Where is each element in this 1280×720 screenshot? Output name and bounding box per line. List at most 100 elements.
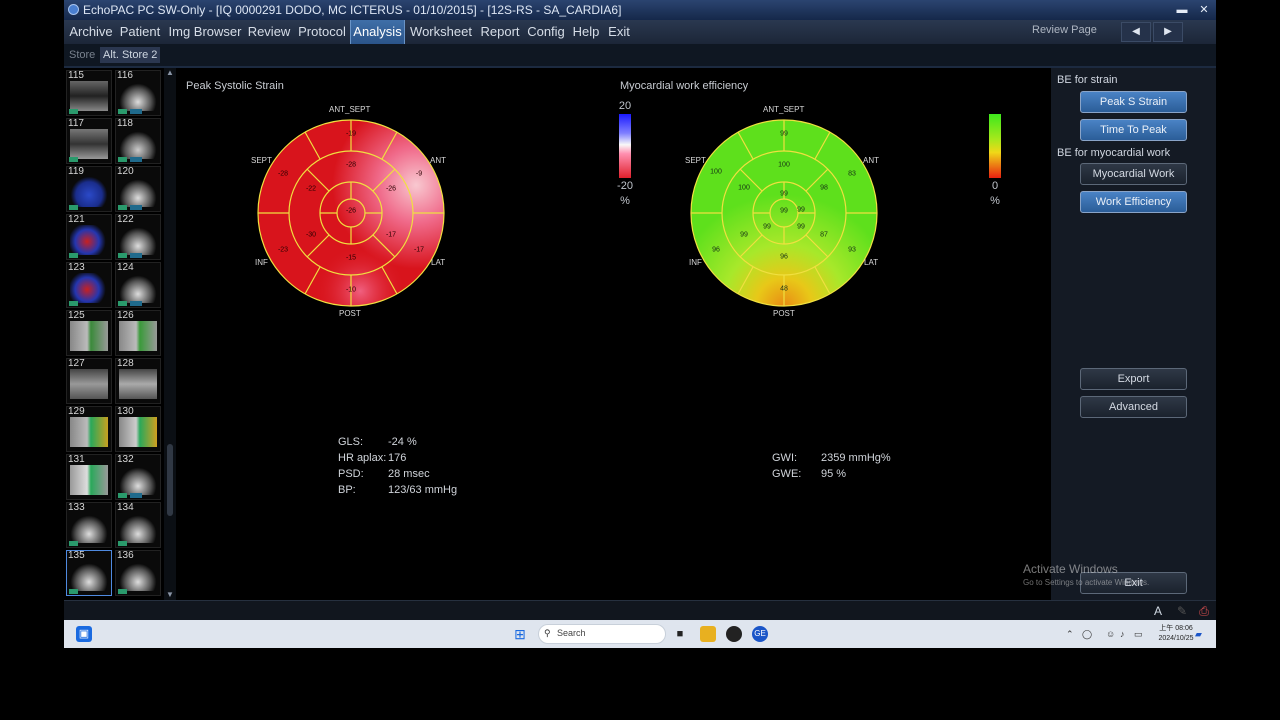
peak-s-strain-button[interactable]: Peak S Strain [1080,91,1187,113]
segment-value: 96 [780,253,788,261]
gwi-value: 2359 mmHg% [821,452,891,464]
bp-label: BP: [338,484,356,496]
thumbnail[interactable]: 133 [66,502,112,548]
thumbnail[interactable]: 128 [115,358,161,404]
segment-value: -30 [305,231,317,239]
menu-config[interactable]: Config [525,20,567,44]
thumbnail[interactable]: 130 [115,406,161,452]
thumbnail[interactable]: 123 [66,262,112,308]
menu-exit[interactable]: Exit [605,20,633,44]
alt-store-tab[interactable]: Alt. Store 2 [100,47,161,63]
gls-label: GLS: [338,436,364,448]
menu-report[interactable]: Report [477,20,523,44]
menu-help[interactable]: Help [569,20,603,44]
work-map-title: Myocardial work efficiency [620,80,749,92]
scroll-up-icon[interactable]: ▲ [165,68,175,78]
thumbnail[interactable]: 121 [66,214,112,260]
start-icon[interactable]: ⊞ [512,626,528,642]
segment-value: 87 [820,231,828,239]
time-to-peak-button[interactable]: Time To Peak [1080,119,1187,141]
thumbnail[interactable]: 129 [66,406,112,452]
thumbnail[interactable]: 120 [115,166,161,212]
printer-icon[interactable]: ⎙ [1196,603,1212,619]
thumbnail[interactable]: 131 [66,454,112,500]
segment-value: -28 [277,170,289,178]
strain-color-scale [619,114,631,178]
menu-patient[interactable]: Patient [117,20,163,44]
hr-value: 176 [388,452,407,464]
thumbnail-number: 131 [68,454,85,465]
thumbnail[interactable]: 134 [115,502,161,548]
prev-page-button[interactable]: ◀ [1121,22,1151,42]
thumbnail-tag [69,541,78,546]
next-page-button[interactable]: ▶ [1153,22,1183,42]
thumbnail[interactable]: 136 [115,550,161,596]
thumbnail[interactable]: 124 [115,262,161,308]
thumbnail-number: 133 [68,502,85,513]
tray-arrow-icon[interactable]: ⌃ [1066,629,1074,640]
thumbnail-tag [118,109,127,114]
thumbnail[interactable]: 125 [66,310,112,356]
task-view-icon[interactable]: ■ [672,626,688,642]
echo-image [119,417,157,447]
activate-windows-hint: Go to Settings to activate Windows. [1023,578,1150,587]
thumbnail[interactable]: 119 [66,166,112,212]
app-icon [68,4,79,15]
widgets-icon[interactable]: ▣ [76,626,92,642]
echo-image [70,561,108,591]
minimize-icon[interactable]: ▬ [1175,3,1189,17]
work-efficiency-button[interactable]: Work Efficiency [1080,191,1187,213]
scroll-down-icon[interactable]: ▼ [165,590,175,600]
segment-value: 100 [738,184,750,192]
thumbnail-number: 126 [117,310,134,321]
scroll-thumb[interactable] [167,444,173,516]
label-sept: SEPT [685,156,706,165]
thumbnail-number: 136 [117,550,134,561]
menu-archive[interactable]: Archive [66,20,116,44]
thumbnail[interactable]: 118 [115,118,161,164]
advanced-button[interactable]: Advanced [1080,396,1187,418]
thumbnail[interactable]: 122 [115,214,161,260]
menu-img-browser[interactable]: Img Browser [166,20,244,44]
notification-bell-icon[interactable]: ▰ [1195,629,1202,640]
thumbnail[interactable]: 115 [66,70,112,116]
media-app-icon[interactable] [726,626,742,642]
echo-image [119,369,157,399]
menu-analysis[interactable]: Analysis [350,20,405,44]
file-explorer-icon[interactable] [700,626,716,642]
font-icon[interactable]: A [1150,603,1166,619]
thumbnail-tag [69,253,78,258]
tool-icon[interactable]: ✎ [1174,603,1190,619]
echo-image [119,321,157,351]
work-section-label: BE for myocardial work [1057,147,1171,159]
taskbar-search[interactable]: ⚲ Search [538,624,666,644]
thumbnail-tag [118,157,127,162]
thumbnail[interactable]: 116 [115,70,161,116]
menu-worksheet[interactable]: Worksheet [407,20,475,44]
thumbnail-selected[interactable]: 135 [66,550,112,596]
label-ant-sept: ANT_SEPT [329,105,371,114]
store-tab[interactable]: Store [69,47,95,63]
echo-image [70,129,108,159]
echopac-app-icon[interactable]: GE [752,626,768,642]
thumbnail-number: 127 [68,358,85,369]
volume-icon[interactable]: ♪ [1120,629,1125,639]
thumbnail[interactable]: 132 [115,454,161,500]
work-color-scale [989,114,1001,178]
myocardial-work-button[interactable]: Myocardial Work [1080,163,1187,185]
thumbnail-number: 121 [68,214,85,225]
menu-protocol[interactable]: Protocol [295,20,349,44]
close-icon[interactable]: ✕ [1197,3,1211,17]
battery-icon[interactable]: ▭ [1134,629,1143,640]
thumbnail[interactable]: 117 [66,118,112,164]
network-icon[interactable]: ◯ [1082,629,1092,640]
thumbnail-tag [69,589,78,594]
export-button[interactable]: Export [1080,368,1187,390]
language-icon[interactable]: ☺ [1106,629,1115,639]
thumbnail-scrollbar[interactable]: ▲ ▼ [164,68,176,600]
menu-review[interactable]: Review [245,20,293,44]
thumbnail[interactable]: 127 [66,358,112,404]
thumbnail[interactable]: 126 [115,310,161,356]
raw-tag [130,493,142,498]
segment-value: 100 [778,161,790,169]
